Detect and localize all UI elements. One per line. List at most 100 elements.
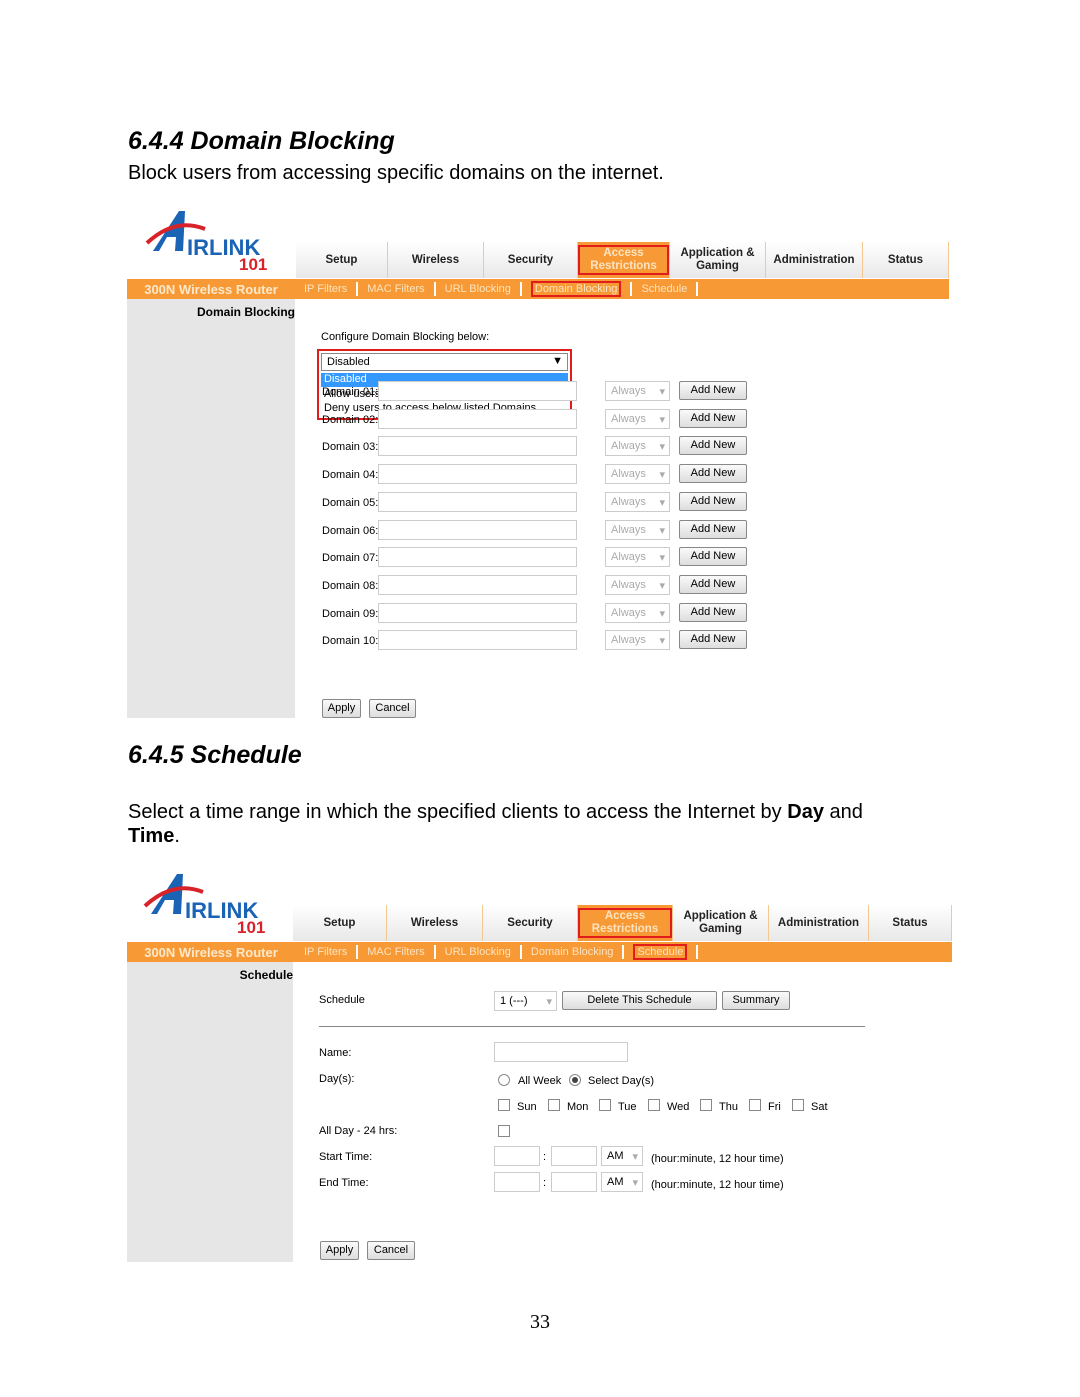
tab-label: Status	[892, 916, 928, 929]
subtab-schedule[interactable]: Schedule	[624, 944, 699, 960]
subtab-ip-filters[interactable]: IP Filters	[295, 945, 359, 959]
add-new-button[interactable]: Add New	[679, 602, 747, 622]
tab-application-gaming[interactable]: Application & Gaming	[673, 905, 769, 941]
add-new-button[interactable]: Add New	[679, 519, 747, 539]
schedule-select[interactable]: Always	[605, 630, 670, 651]
day-label: Sat	[811, 1101, 828, 1113]
configure-label: Configure Domain Blocking below:	[321, 331, 490, 343]
day-checkbox-sat[interactable]	[792, 1099, 804, 1111]
schedule-select[interactable]: Always	[605, 602, 670, 623]
end-hour-input[interactable]	[494, 1172, 540, 1192]
day-checkbox-wed[interactable]	[648, 1099, 660, 1111]
tab-access-restrictions[interactable]: Access Restrictions	[578, 905, 673, 941]
domain-input[interactable]	[378, 547, 577, 568]
day-checkbox-tue[interactable]	[599, 1099, 611, 1111]
domain-label: Domain 10:	[322, 635, 379, 648]
schedule-select[interactable]: Always	[605, 408, 670, 429]
subtab-label: MAC Filters	[367, 946, 425, 958]
add-new-button[interactable]: Add New	[679, 464, 747, 484]
cancel-button[interactable]: Cancel	[367, 1241, 415, 1260]
add-new-button[interactable]: Add New	[679, 574, 747, 594]
add-new-button[interactable]: Add New	[679, 381, 747, 400]
domain-input[interactable]	[378, 381, 577, 401]
schedule-value: Always	[611, 468, 646, 481]
start-hour-input[interactable]	[494, 1146, 540, 1166]
add-new-button[interactable]: Add New	[679, 408, 747, 428]
subtab-label: Domain Blocking	[530, 946, 614, 958]
schedule-select[interactable]: Always	[605, 547, 670, 568]
schedule-select[interactable]: Always	[605, 491, 670, 512]
tab-wireless[interactable]: Wireless	[387, 905, 483, 941]
sidebar	[127, 299, 295, 718]
tab-security[interactable]: Security	[484, 242, 578, 278]
domain-input[interactable]	[378, 436, 577, 457]
end-minute-input[interactable]	[551, 1172, 597, 1192]
apply-button[interactable]: Apply	[320, 1241, 359, 1260]
subtab-mac-filters[interactable]: MAC Filters	[358, 945, 436, 959]
add-new-button[interactable]: Add New	[679, 547, 747, 567]
end-ampm-select[interactable]: AM	[601, 1172, 643, 1192]
domain-input[interactable]	[378, 464, 577, 485]
all-day-checkbox[interactable]	[498, 1125, 510, 1137]
schedule-value: 1 (---)	[500, 995, 528, 1007]
add-new-button[interactable]: Add New	[679, 436, 747, 456]
subtab-schedule[interactable]: Schedule	[632, 282, 699, 296]
domain-input[interactable]	[378, 408, 577, 429]
add-new-button[interactable]: Add New	[679, 630, 747, 650]
schedule-select[interactable]: 1 (---)	[494, 991, 557, 1011]
section-description: Block users from accessing specific doma…	[128, 162, 664, 184]
day-checkbox-mon[interactable]	[548, 1099, 560, 1111]
domain-input[interactable]	[378, 491, 577, 512]
tab-wireless[interactable]: Wireless	[388, 242, 484, 278]
start-minute-input[interactable]	[551, 1146, 597, 1166]
tab-label: Access Restrictions	[578, 245, 669, 275]
subtab-domain-blocking[interactable]: Domain Blocking	[522, 281, 633, 297]
tab-setup[interactable]: Setup	[293, 905, 387, 941]
subtab-mac-filters[interactable]: MAC Filters	[358, 282, 436, 296]
schedule-select[interactable]: Always	[605, 381, 670, 401]
day-checkbox-fri[interactable]	[749, 1099, 761, 1111]
tab-administration[interactable]: Administration	[766, 242, 863, 278]
delete-schedule-button[interactable]: Delete This Schedule	[562, 991, 717, 1010]
main-nav: Setup Wireless Security Access Restrictions…	[296, 242, 949, 278]
subtab-url-blocking[interactable]: URL Blocking	[436, 282, 522, 296]
day-checkbox-sun[interactable]	[498, 1099, 510, 1111]
tab-access-restrictions[interactable]: Access Restrictions	[578, 242, 670, 278]
cancel-button[interactable]: Cancel	[369, 699, 416, 718]
tab-label: Wireless	[411, 253, 460, 266]
tab-application-gaming[interactable]: Application & Gaming	[670, 242, 766, 278]
subtab-label: URL Blocking	[444, 946, 511, 958]
day-checkbox-thu[interactable]	[700, 1099, 712, 1111]
schedule-select[interactable]: Always	[605, 519, 670, 540]
subtab-domain-blocking[interactable]: Domain Blocking	[522, 945, 625, 959]
tab-label: Security	[507, 253, 554, 266]
subtab-label: IP Filters	[304, 283, 348, 295]
domain-mode-select[interactable]: Disabled ▼	[321, 353, 568, 371]
tab-security[interactable]: Security	[483, 905, 578, 941]
tab-status[interactable]: Status	[863, 242, 949, 278]
tab-setup[interactable]: Setup	[296, 242, 388, 278]
domain-mode-value: Disabled	[327, 356, 370, 368]
domain-input[interactable]	[378, 519, 577, 540]
domain-input[interactable]	[378, 630, 577, 651]
add-new-button[interactable]: Add New	[679, 491, 747, 511]
tab-status[interactable]: Status	[869, 905, 952, 941]
schedule-select[interactable]: Always	[605, 436, 670, 457]
start-ampm-select[interactable]: AM	[601, 1146, 643, 1166]
select-days-radio[interactable]	[569, 1074, 581, 1086]
domain-input[interactable]	[378, 602, 577, 623]
tab-administration[interactable]: Administration	[769, 905, 869, 941]
subtab-url-blocking[interactable]: URL Blocking	[436, 945, 522, 959]
schedule-select[interactable]: Always	[605, 574, 670, 595]
tab-label: Security	[507, 916, 553, 929]
domain-input[interactable]	[378, 574, 577, 595]
name-input[interactable]	[494, 1042, 628, 1062]
summary-button[interactable]: Summary	[722, 991, 790, 1010]
schedule-select[interactable]: Always	[605, 464, 670, 485]
day-label: Tue	[618, 1101, 637, 1113]
subtab-ip-filters[interactable]: IP Filters	[295, 282, 359, 296]
domain-blocking-screenshot: IRLINK 101 Setup Wireless Security Access R…	[127, 205, 949, 718]
domain-label: Domain 06:	[322, 524, 379, 537]
apply-button[interactable]: Apply	[322, 699, 361, 718]
all-week-radio[interactable]	[498, 1074, 510, 1086]
